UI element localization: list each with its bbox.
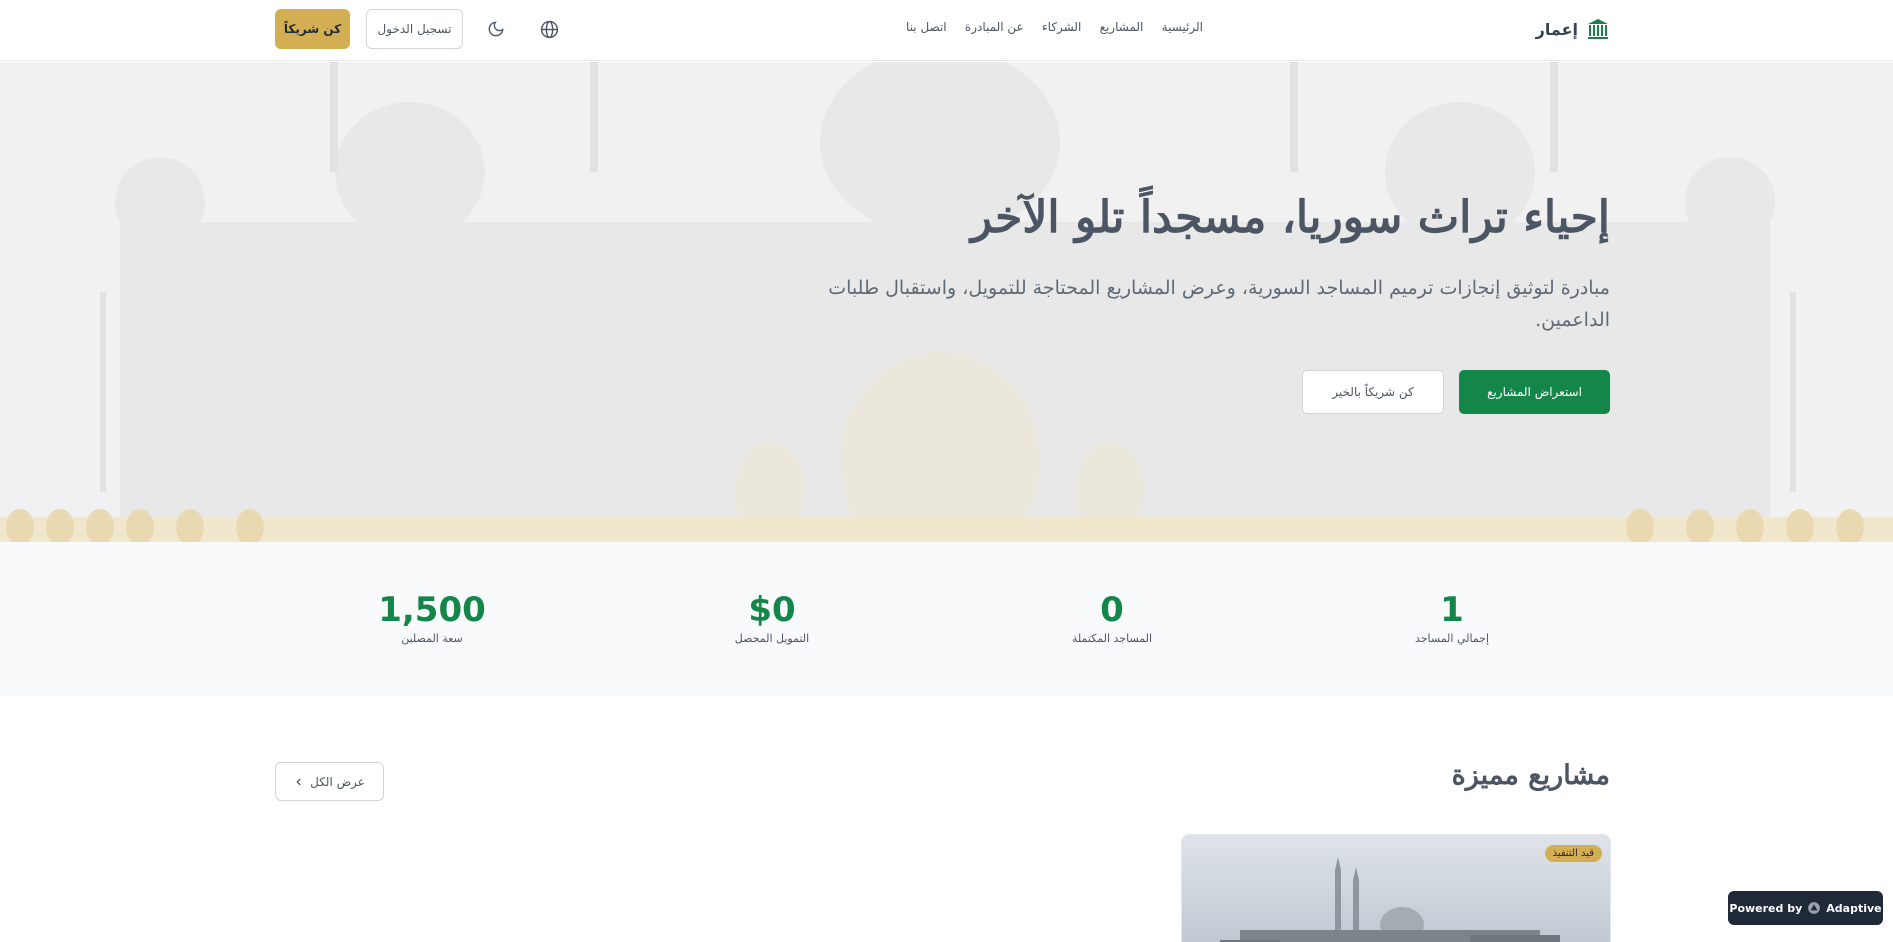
powered-by-prefix: Powered by: [1729, 901, 1803, 915]
stat-label: إجمالي المساجد: [1414, 632, 1490, 645]
top-navbar: إعمار الرئيسية المشاريع الشركاء عن المبا…: [0, 0, 1893, 61]
view-all-button[interactable]: عرض الكل: [275, 762, 384, 801]
become-partner-button[interactable]: كن شريكاً: [275, 9, 350, 49]
brand-logo[interactable]: إعمار: [1536, 14, 1610, 44]
adaptive-logo-icon: [1808, 902, 1821, 914]
stat-value: 1,500: [378, 590, 486, 630]
stat-label: سعة المصلين: [401, 632, 463, 645]
stat-total-mosques: 1 إجمالي المساجد: [1342, 588, 1562, 645]
hero-section: إحياء تراث سوريا، مسجداً تلو الآخر مبادر…: [0, 62, 1893, 542]
hero-title: إحياء تراث سوريا، مسجداً تلو الآخر: [970, 192, 1610, 243]
powered-by-brand: Adaptive: [1826, 901, 1882, 915]
stat-label: المساجد المكتملة: [1071, 632, 1153, 645]
stats-section: 1 إجمالي المساجد 0 المساجد المكتملة $0 ا…: [0, 542, 1893, 696]
featured-projects-heading: مشاريع مميزة: [1451, 760, 1610, 791]
stat-label: التمويل المحصل: [734, 632, 810, 645]
status-badge: قيد التنفيذ: [1544, 845, 1602, 862]
project-card[interactable]: قيد التنفيذ: [1181, 834, 1611, 942]
stat-value: $0: [748, 590, 796, 630]
nav-link-projects[interactable]: المشاريع: [1100, 20, 1144, 34]
hero-subtitle: مبادرة لتوثيق إنجازات ترميم المساجد السو…: [828, 277, 1610, 331]
moon-icon: [488, 21, 504, 37]
login-button[interactable]: تسجيل الدخول: [366, 9, 463, 49]
mosque-building-icon: [1588, 19, 1608, 39]
partner-in-good-button[interactable]: كن شريكاً بالخير: [1302, 370, 1444, 414]
nav-link-home[interactable]: الرئيسية: [1162, 20, 1203, 34]
globe-icon: [540, 20, 558, 38]
page: إعمار الرئيسية المشاريع الشركاء عن المبا…: [0, 0, 1893, 942]
theme-toggle-button[interactable]: [484, 17, 508, 41]
browse-projects-button[interactable]: استعراض المشاريع: [1459, 370, 1610, 414]
powered-by-badge[interactable]: Powered by Adaptive: [1728, 891, 1883, 925]
brand-name: إعمار: [1535, 19, 1578, 39]
language-toggle-button[interactable]: [537, 17, 561, 41]
view-all-label: عرض الكل: [310, 774, 365, 789]
stat-value: 0: [1100, 590, 1124, 630]
nav-link-contact[interactable]: اتصل بنا: [906, 20, 947, 34]
stat-completed-mosques: 0 المساجد المكتملة: [1002, 588, 1222, 645]
chevron-left-icon: [296, 778, 301, 785]
stat-worshipper-capacity: 1,500 سعة المصلين: [322, 588, 542, 645]
nav-link-about[interactable]: عن المبادرة: [965, 20, 1024, 34]
stat-funding-collected: $0 التمويل المحصل: [662, 588, 882, 645]
main-nav: الرئيسية المشاريع الشركاء عن المبادرة ات…: [906, 20, 1203, 34]
stat-value: 1: [1440, 590, 1464, 630]
nav-link-partners[interactable]: الشركاء: [1042, 20, 1081, 34]
